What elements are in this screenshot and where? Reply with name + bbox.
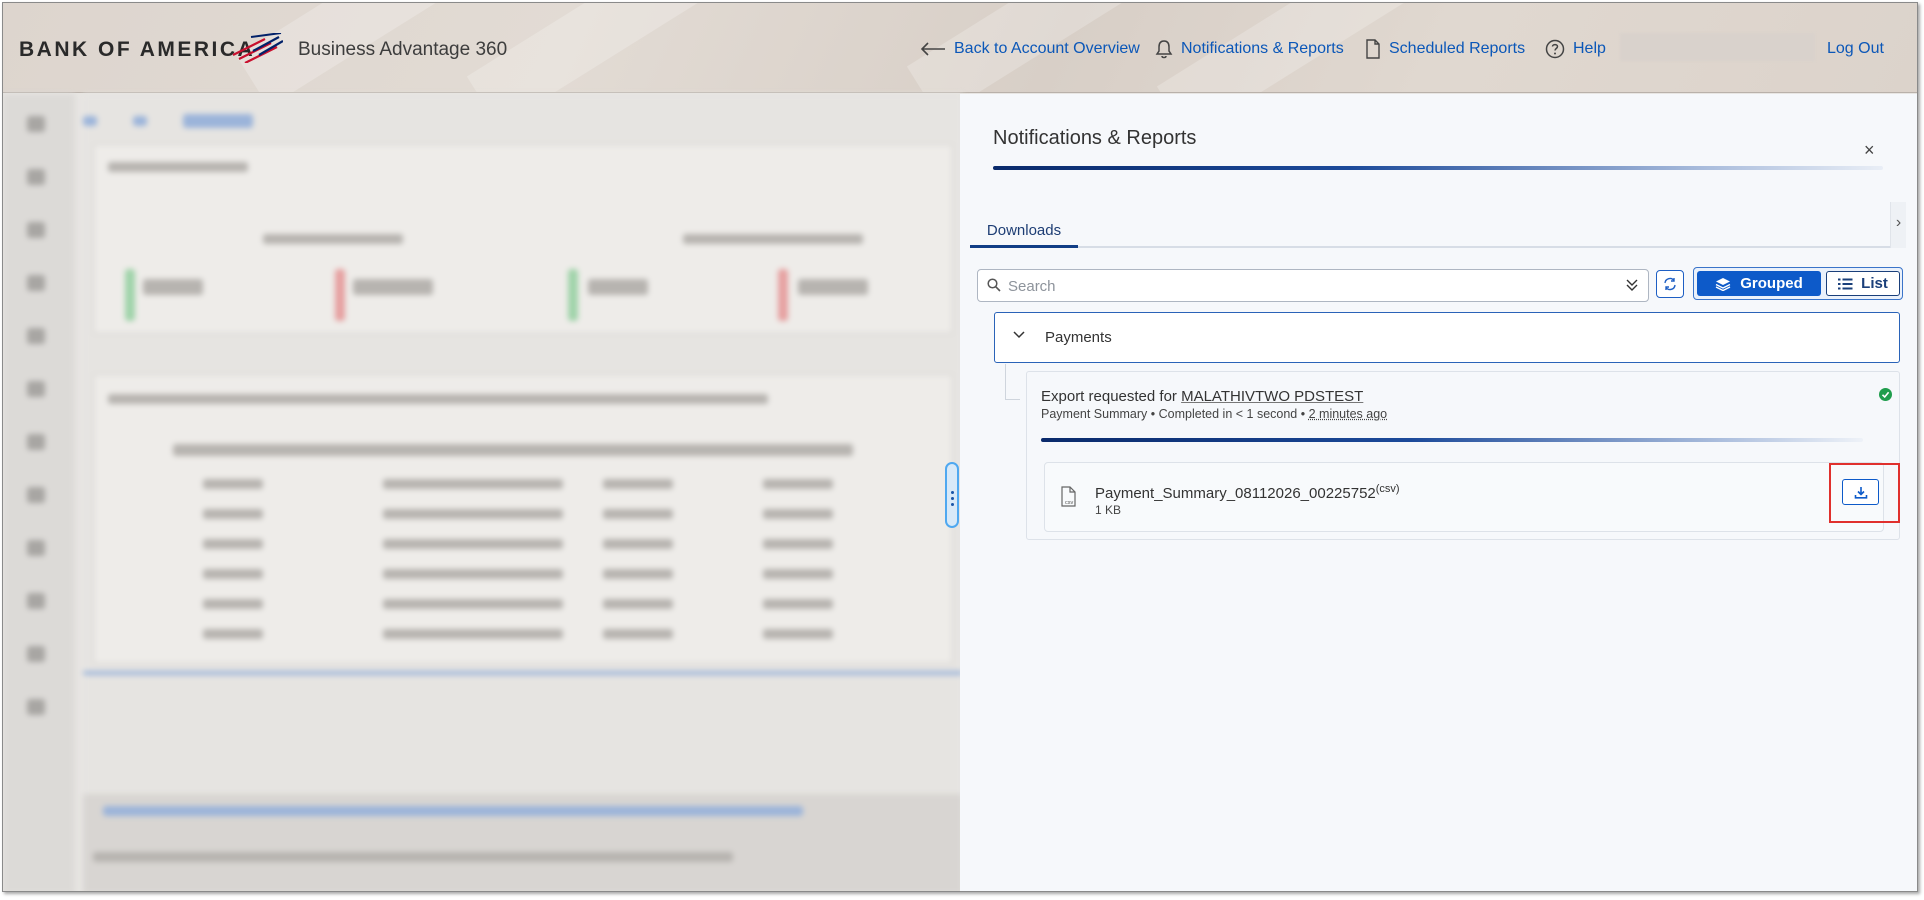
scheduled-reports-link[interactable]: Scheduled Reports [1365, 37, 1525, 61]
back-to-account-link[interactable]: Back to Account Overview [920, 37, 1140, 61]
meta-separator: • [1300, 407, 1309, 421]
drawer-title: Notifications & Reports [993, 127, 1197, 149]
back-to-account-label: Back to Account Overview [954, 40, 1140, 57]
refresh-icon [1664, 277, 1676, 291]
chevron-down-icon [1013, 331, 1025, 339]
tabs-scroll-right-icon[interactable]: › [1890, 202, 1906, 248]
csv-file-icon: csv [1061, 486, 1076, 507]
notifications-reports-link[interactable]: Notifications & Reports [1155, 37, 1344, 61]
file-row: csv Payment_Summary_08112026_00225752(cs… [1044, 462, 1900, 532]
document-icon [1366, 39, 1380, 59]
download-icon [1854, 486, 1867, 499]
file-name: Payment_Summary_08112026_00225752(csv) [1095, 483, 1400, 502]
scheduled-reports-label: Scheduled Reports [1389, 40, 1526, 57]
help-circle-icon [1545, 39, 1565, 59]
list-view-button[interactable]: List [1826, 271, 1900, 296]
tabs-underline [970, 246, 1905, 248]
double-chevron-down-icon[interactable] [1626, 278, 1638, 292]
search-placeholder: Search [1008, 278, 1056, 295]
notifications-reports-label: Notifications & Reports [1181, 40, 1344, 57]
bell-icon [1155, 40, 1173, 59]
close-drawer-button[interactable]: × [1864, 140, 1875, 161]
payments-group-header[interactable]: Payments [994, 312, 1900, 363]
arrow-left-icon [920, 42, 945, 56]
notifications-drawer: Notifications & Reports × Downloads › Se… [960, 94, 1917, 891]
resize-handle[interactable] [945, 462, 959, 528]
request-title: Export requested for MALATHIVTWO PDSTEST [1041, 388, 1363, 405]
list-label: List [1861, 275, 1888, 292]
refresh-button[interactable] [1656, 270, 1684, 298]
group-label: Payments [1045, 329, 1112, 346]
completed-duration: Completed in < 1 second [1158, 407, 1298, 421]
report-type: Payment Summary [1041, 407, 1148, 421]
meta-separator: • [1150, 407, 1159, 421]
svg-text:csv: csv [1065, 500, 1074, 506]
search-icon [987, 278, 1001, 292]
user-name-redacted [1620, 33, 1815, 61]
layers-icon [1715, 277, 1731, 291]
file-name-text: Payment_Summary_08112026_00225752 [1095, 485, 1376, 502]
time-ago: 2 minutes ago [1308, 407, 1388, 421]
title-divider [993, 166, 1883, 170]
tab-downloads[interactable]: Downloads [970, 218, 1078, 248]
file-size: 1 KB [1095, 503, 1122, 517]
search-input[interactable]: Search [977, 269, 1649, 302]
request-divider [1041, 438, 1863, 442]
grouped-label: Grouped [1740, 275, 1803, 292]
grouped-view-button[interactable]: Grouped [1697, 271, 1821, 296]
requested-for-name: MALATHIVTWO PDSTEST [1181, 388, 1364, 405]
left-sidebar [3, 94, 75, 891]
tree-connector-branch [1005, 399, 1020, 400]
log-out-link[interactable]: Log Out [1827, 37, 1884, 61]
export-request-card: Export requested for MALATHIVTWO PDSTEST… [1026, 371, 1900, 540]
request-title-prefix: Export requested for [1041, 388, 1177, 405]
background-app-blurred [3, 94, 963, 891]
help-link[interactable]: Help [1545, 37, 1606, 61]
product-name: Business Advantage 360 [298, 39, 508, 60]
app-window: BANK OF AMERICA Business Advantage 360 B… [2, 2, 1918, 892]
log-out-label: Log Out [1827, 40, 1884, 57]
list-icon [1838, 278, 1853, 289]
tree-connector [1005, 364, 1006, 400]
request-meta: Payment Summary • Completed in < 1 secon… [1041, 407, 1387, 421]
file-extension: (csv) [1375, 483, 1400, 495]
top-header: BANK OF AMERICA Business Advantage 360 B… [3, 3, 1917, 93]
bank-flag-logo-icon [232, 33, 283, 63]
bank-logo-text: BANK OF AMERICA [19, 38, 256, 61]
download-button[interactable] [1842, 479, 1879, 505]
view-toggle: Grouped List [1693, 267, 1903, 300]
help-label: Help [1573, 40, 1606, 57]
status-check-icon [1879, 388, 1892, 401]
